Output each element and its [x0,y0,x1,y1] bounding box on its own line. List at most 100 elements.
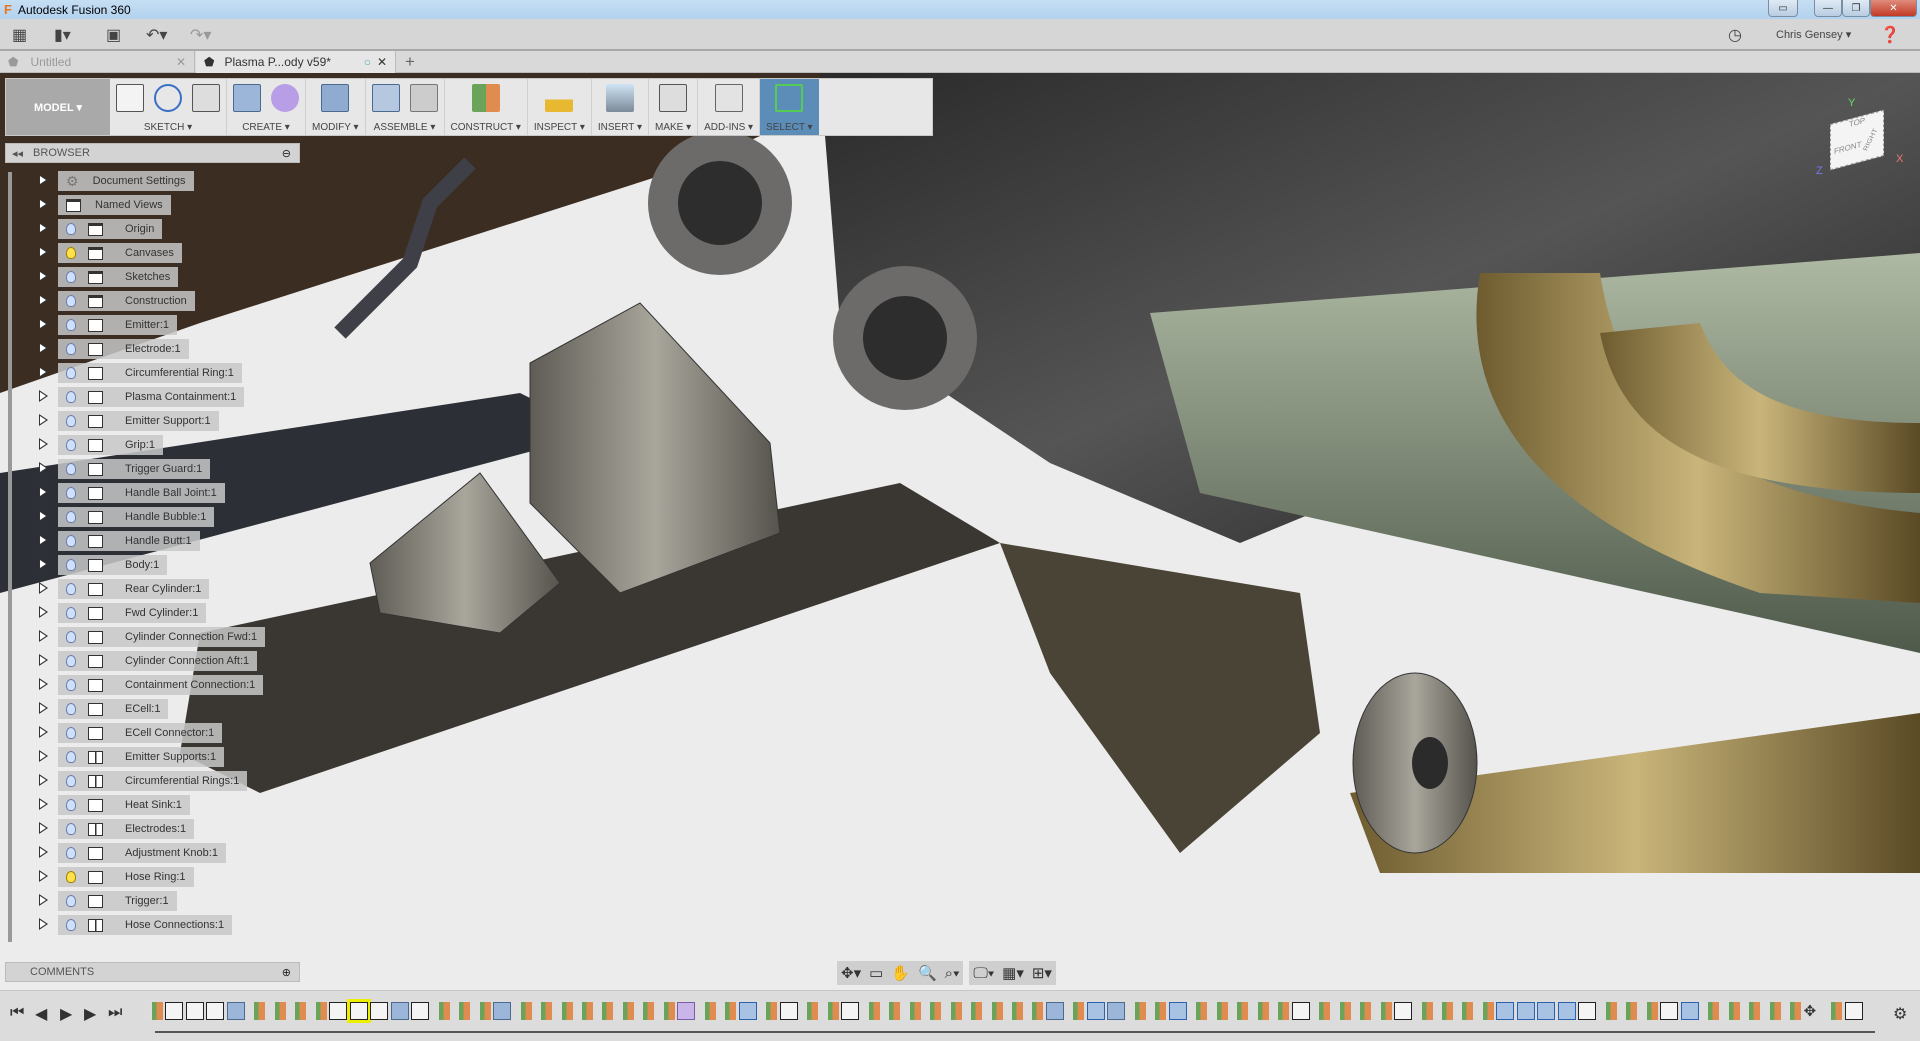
visibility-bulb-icon[interactable] [66,751,76,763]
timeline-construction-plane-icon[interactable] [1619,1002,1638,1020]
maximize-icon[interactable]: ❐ [1842,0,1870,17]
close-tab-icon[interactable]: ✕ [176,55,186,69]
visibility-bulb-icon[interactable] [66,415,76,427]
expand-arrow-icon[interactable] [39,846,48,858]
visibility-bulb-icon[interactable] [66,247,76,259]
browser-item[interactable]: Emitter:1 [0,313,300,337]
expand-arrow-icon[interactable] [39,918,48,930]
timeline-combine-icon[interactable] [1516,1002,1535,1020]
browser-item[interactable]: Origin [0,217,300,241]
timeline-sketch-icon[interactable] [1394,1002,1413,1020]
add-comment-icon[interactable]: ⊕ [282,966,291,979]
expand-arrow-icon[interactable] [39,246,48,258]
orbit-icon[interactable]: ✥▾ [841,964,861,982]
timeline-sketch-icon[interactable] [346,999,371,1023]
modify-group[interactable]: MODIFY ▾ [306,79,366,135]
browser-item[interactable]: Emitter Support:1 [0,409,300,433]
browser-panel-header[interactable]: ◂◂ BROWSER ⊖ [5,143,300,163]
comments-panel[interactable]: COMMENTS ⊕ [5,962,300,982]
timeline-construction-plane-icon[interactable] [1721,1002,1740,1020]
browser-item-node[interactable]: Emitter Supports:1 [58,747,225,767]
make-menu[interactable]: MAKE ▾ [655,122,691,133]
visibility-bulb-icon[interactable] [66,223,76,235]
timeline-construction-plane-icon[interactable] [1127,1002,1146,1020]
display-settings-icon[interactable]: 🖵▾ [973,965,994,982]
restore-down-icon[interactable]: ▭ [1768,0,1798,17]
timeline-construction-plane-icon[interactable] [1373,1002,1392,1020]
visibility-bulb-icon[interactable] [66,511,76,523]
insert-image-icon[interactable] [605,84,634,112]
browser-item[interactable]: Canvases [0,241,300,265]
insert-group[interactable]: INSERT ▾ [592,79,649,135]
timeline-construction-plane-icon[interactable] [697,1002,716,1020]
expand-arrow-icon[interactable] [39,534,48,546]
timeline-combine-icon[interactable] [1496,1002,1515,1020]
visibility-bulb-icon[interactable] [66,655,76,667]
step-back-icon[interactable]: ◀ [35,1004,47,1024]
timeline-construction-plane-icon[interactable] [636,1002,655,1020]
press-pull-icon[interactable] [321,84,350,112]
timeline-combine-icon[interactable] [1537,1002,1556,1020]
step-forward-icon[interactable]: ▶ [84,1004,96,1024]
expand-arrow-icon[interactable] [39,342,48,354]
visibility-bulb-icon[interactable] [66,463,76,475]
visibility-bulb-icon[interactable] [66,919,76,931]
add-ins-menu[interactable]: ADD-INS ▾ [704,122,753,133]
construct-menu[interactable]: CONSTRUCT ▾ [451,122,521,133]
select-group[interactable]: SELECT ▾ [760,79,819,135]
browser-item[interactable]: ECell Connector:1 [0,721,300,745]
visibility-bulb-icon[interactable] [66,343,76,355]
timeline-construction-plane-icon[interactable] [1025,1002,1044,1020]
timeline-construction-plane-icon[interactable] [308,1002,327,1020]
timeline-sketch-icon[interactable] [411,1002,430,1020]
timeline-construction-plane-icon[interactable] [656,1002,675,1020]
apps-grid-icon[interactable]: ▦ [12,25,27,45]
minimize-icon[interactable]: — [1814,0,1842,17]
timeline-construction-plane-icon[interactable] [1701,1002,1720,1020]
expand-arrow-icon[interactable] [39,654,48,666]
browser-item-node[interactable]: Body:1 [58,555,168,575]
browser-item[interactable]: Handle Bubble:1 [0,505,300,529]
visibility-bulb-icon[interactable] [66,439,76,451]
timeline-construction-plane-icon[interactable] [800,1002,819,1020]
timeline-construction-plane-icon[interactable] [1824,1002,1843,1020]
expand-arrow-icon[interactable] [39,822,48,834]
browser-item[interactable]: Trigger:1 [0,889,300,913]
help-icon[interactable]: ❓ [1880,25,1900,45]
expand-arrow-icon[interactable] [39,486,48,498]
visibility-bulb-icon[interactable] [66,775,76,787]
timeline-construction-plane-icon[interactable] [615,1002,634,1020]
collapse-browser-icon[interactable]: ◂◂ [12,147,23,160]
timeline-sketch-icon[interactable] [1578,1002,1597,1020]
timeline-construction-plane-icon[interactable] [943,1002,962,1020]
timeline-sketch-icon[interactable] [779,1002,798,1020]
sketch-menu[interactable]: SKETCH ▾ [144,122,192,133]
timeline-construction-plane-icon[interactable] [902,1002,921,1020]
timeline-construction-plane-icon[interactable] [1414,1002,1433,1020]
timeline-construction-plane-icon[interactable] [1332,1002,1351,1020]
save-icon[interactable]: ▣ [106,25,121,45]
expand-arrow-icon[interactable] [39,270,48,282]
visibility-bulb-icon[interactable] [66,847,76,859]
browser-item-node[interactable]: Cylinder Connection Aft:1 [58,651,258,671]
timeline-sketch-icon[interactable] [329,1002,348,1020]
timeline-extrude-icon[interactable] [226,1002,245,1020]
skip-start-icon[interactable]: ⏮ [10,1004,24,1022]
assemble-group[interactable]: ASSEMBLE ▾ [366,79,445,135]
timeline-combine-icon[interactable] [1168,1002,1187,1020]
browser-item[interactable]: Containment Connection:1 [0,673,300,697]
timeline-construction-plane-icon[interactable] [1475,1002,1494,1020]
browser-item[interactable]: Electrodes:1 [0,817,300,841]
visibility-bulb-icon[interactable] [66,367,76,379]
browser-item-node[interactable]: Containment Connection:1 [58,675,264,695]
browser-item[interactable]: Rear Cylinder:1 [0,577,300,601]
expand-arrow-icon[interactable] [39,894,48,906]
browser-item-node[interactable]: Named Views [58,195,171,215]
timeline-construction-plane-icon[interactable] [1189,1002,1208,1020]
timeline-construction-plane-icon[interactable] [452,1002,471,1020]
tab-untitled[interactable]: ⬟ Untitled ✕ [0,51,195,73]
visibility-bulb-icon[interactable] [66,295,76,307]
expand-arrow-icon[interactable] [39,366,48,378]
timeline-construction-plane-icon[interactable] [575,1002,593,1020]
browser-item-node[interactable]: Trigger:1 [58,891,177,911]
